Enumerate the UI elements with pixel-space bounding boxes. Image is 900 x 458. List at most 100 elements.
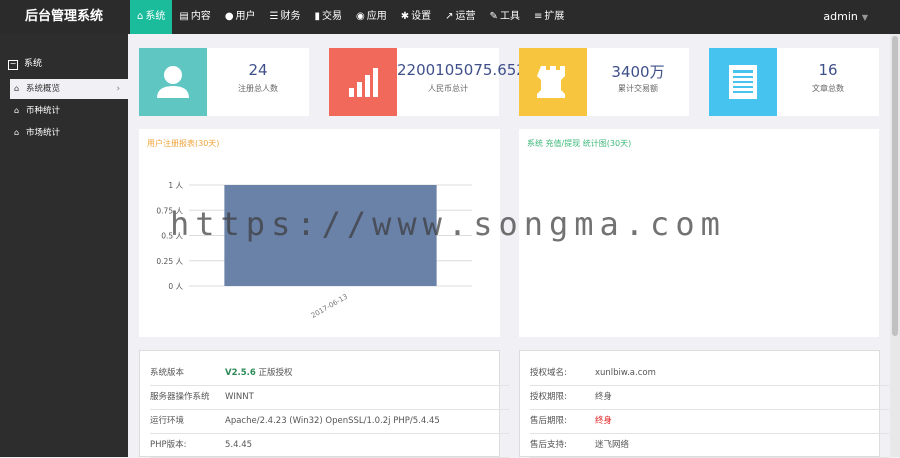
x-tick-label: 2017-06-13 (310, 293, 349, 320)
wrench-icon: ✎ (489, 11, 498, 22)
info-key: 运行环境 (150, 416, 185, 426)
share-icon: ↗ (445, 11, 454, 22)
card-value: 2200105075.652 (397, 61, 526, 79)
info-row: 授权域名: xunlbiw.a.com (530, 362, 889, 386)
stat-card-users: 24 注册总人数 (139, 48, 309, 116)
sidebar-item-label: 币种统计 (26, 106, 61, 116)
nav-item-7[interactable]: ↗ 运营 (438, 0, 482, 34)
nav-item-9[interactable]: ≡ 扩展 (527, 0, 571, 34)
nav-label: 系统 (145, 11, 166, 22)
info-key: 服务器操作系统 (150, 392, 210, 402)
nav-label: 内容 (190, 11, 211, 22)
scrollbar-thumb[interactable] (892, 36, 898, 336)
info-value: xunlbiw.a.com (595, 368, 656, 378)
card-label: 人民币总计 (428, 84, 468, 93)
bars-icon (349, 68, 378, 97)
user-menu[interactable]: admin ▼ (823, 0, 868, 34)
finance-icon: ☰ (269, 11, 279, 22)
page-scrollbar[interactable] (890, 34, 900, 457)
sidebar-item-market-stats[interactable]: ⌂ 市场统计 (10, 123, 128, 143)
version-value: V2.5.6 (225, 368, 256, 378)
sidebar-section-header[interactable]: − 系统 (8, 56, 42, 70)
info-key: 售后支持: (530, 440, 567, 450)
sidebar-item-label: 系统概览 (26, 84, 61, 94)
nav-item-5[interactable]: ◉ 应用 (349, 0, 394, 34)
info-row: 授权期限: 终身 (530, 386, 889, 410)
collapse-icon: − (8, 59, 18, 70)
sidebar-item-label: 市场统计 (26, 128, 61, 138)
chart-title: 系统 充值/提现 统计图(30天) (527, 139, 632, 148)
system-info-panel: 系统版本 V2.5.6 正版授权 服务器操作系统 WINNT 运行环境 Apache/… (139, 350, 509, 458)
nav-label: 运营 (455, 11, 476, 22)
card-label: 累计交易额 (618, 84, 658, 93)
info-key: 授权期限: (530, 392, 567, 402)
nav-item-1[interactable]: ▤ 内容 (172, 0, 217, 34)
content-icon: ▤ (179, 11, 189, 22)
y-tick-label: 1 人 (168, 181, 183, 190)
info-value: 迷飞网络 (595, 440, 630, 450)
license-value: 正版授权 (258, 368, 293, 378)
card-label: 注册总人数 (238, 84, 278, 93)
nav-label: 用户 (235, 11, 256, 22)
globe-icon: ◉ (356, 11, 365, 22)
info-value: 终身 (595, 416, 613, 426)
nav-item-8[interactable]: ✎ 工具 (483, 0, 527, 34)
user-icon: ● (224, 11, 234, 22)
gear-icon: ✱ (400, 11, 410, 22)
home-icon: ⌂ (14, 106, 20, 115)
watermark: https://www.songma.com (170, 205, 726, 243)
nav-label: 设置 (411, 11, 432, 22)
card-icon-box (519, 48, 587, 116)
brand-title[interactable]: 后台管理系统 (0, 0, 128, 34)
info-key: 系统版本 (150, 368, 185, 378)
home-icon: ⌂ (137, 11, 144, 22)
stat-card-volume: 3400万 累计交易额 (519, 48, 689, 116)
stat-card-cny: 2200105075.652 人民币总计 (329, 48, 526, 116)
sidebar-item-currency-stats[interactable]: ⌂ 币种统计 (10, 101, 128, 121)
card-icon-box (329, 48, 397, 116)
card-icon-box (709, 48, 777, 116)
username: admin (823, 10, 858, 23)
info-key: 售后期限: (530, 416, 567, 426)
nav-label: 应用 (366, 11, 387, 22)
user-icon (157, 66, 189, 98)
top-navbar: 后台管理系统 ⌂ 系统 ▤ 内容 ● 用户 ☰ 财务 ▮ 交易 ◉ 应用 ✱ 设置 ↗ 运营 ✎ 工具 ≡ 扩展 ad… (0, 0, 900, 34)
rook-icon (537, 66, 565, 98)
card-value: 16 (818, 61, 838, 79)
license-info-panel: 授权域名: xunlbiw.a.com 授权期限: 终身 售后期限: 终身 售后支持:… (519, 350, 889, 458)
stack-icon: ≡ (533, 11, 543, 22)
chevron-down-icon: ▼ (861, 13, 868, 22)
info-row: 售后期限: 终身 (530, 410, 889, 434)
card-value: 3400万 (611, 63, 665, 81)
nav-item-3[interactable]: ☰ 财务 (263, 0, 308, 34)
info-key: 授权域名: (530, 368, 567, 378)
card-value: 24 (248, 61, 268, 79)
sidebar: − 系统 ⌂ 系统概览 › ⌂ 币种统计 ⌂ 市场统计 (0, 34, 128, 457)
document-icon (729, 65, 757, 99)
info-value: Apache/2.4.23 (Win32) OpenSSL/1.0.2j PHP… (225, 416, 440, 426)
info-row: PHP版本: 5.4.45 (150, 434, 509, 458)
info-value-wrap: V2.5.6 正版授权 (225, 362, 293, 385)
info-value: 终身 (595, 392, 613, 402)
info-row: 运行环境 Apache/2.4.23 (Win32) OpenSSL/1.0.2j… (150, 410, 509, 434)
info-row: 服务器操作系统 WINNT (150, 386, 509, 410)
nav-label: 财务 (280, 11, 301, 22)
info-row: 系统版本 V2.5.6 正版授权 (150, 362, 509, 386)
info-key: PHP版本: (150, 440, 187, 450)
stat-card-articles: 16 文章总数 (709, 48, 879, 116)
nav-item-2[interactable]: ● 用户 (218, 0, 263, 34)
nav-item-0[interactable]: ⌂ 系统 (130, 0, 173, 34)
nav-item-6[interactable]: ✱ 设置 (394, 0, 438, 34)
trade-icon: ▮ (314, 11, 321, 22)
info-value: 5.4.45 (225, 440, 253, 450)
home-icon: ⌂ (14, 84, 20, 93)
sidebar-item-overview[interactable]: ⌂ 系统概览 › (10, 79, 128, 99)
nav-label: 交易 (322, 11, 343, 22)
sidebar-section-label: 系统 (24, 59, 43, 69)
chevron-right-icon: › (116, 84, 120, 94)
nav-label: 扩展 (544, 11, 565, 22)
home-icon: ⌂ (14, 128, 20, 137)
nav-item-4[interactable]: ▮ 交易 (308, 0, 350, 34)
card-label: 文章总数 (812, 84, 844, 93)
info-row: 售后支持: 迷飞网络 (530, 434, 889, 458)
